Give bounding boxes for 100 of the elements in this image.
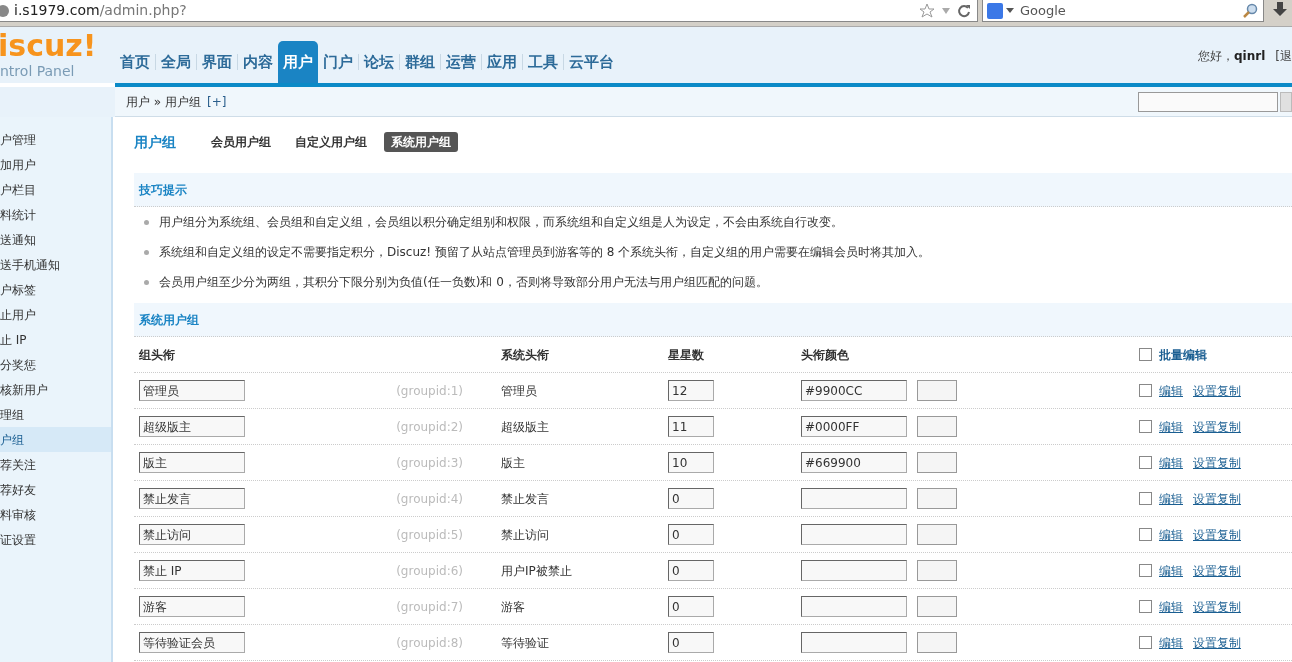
color-input[interactable] — [801, 560, 907, 581]
checkbox[interactable] — [1139, 492, 1152, 505]
color-input[interactable] — [801, 596, 907, 617]
checkbox[interactable] — [1139, 456, 1152, 469]
nav-tab[interactable]: 论坛 — [359, 41, 399, 83]
copy-settings-link[interactable]: 设置复制 — [1193, 453, 1241, 472]
edit-link[interactable]: 编辑 — [1159, 489, 1183, 508]
copy-settings-link[interactable]: 设置复制 — [1193, 597, 1241, 616]
sidebar-item[interactable]: 分奖惩 — [0, 352, 111, 377]
color-input[interactable]: #669900 — [801, 452, 907, 473]
reload-icon[interactable] — [957, 3, 971, 18]
color-swatch[interactable] — [917, 488, 957, 509]
checkbox[interactable] — [1139, 600, 1152, 613]
color-swatch[interactable] — [917, 524, 957, 545]
checkbox[interactable] — [1139, 420, 1152, 433]
sidebar-item[interactable]: 止用户 — [0, 302, 111, 327]
nav-tab[interactable]: 用户 — [278, 41, 318, 83]
stars-input[interactable]: 0 — [668, 596, 714, 617]
edit-link[interactable]: 编辑 — [1159, 525, 1183, 544]
nav-tab[interactable]: 应用 — [482, 41, 522, 83]
edit-link[interactable]: 编辑 — [1159, 381, 1183, 400]
sidebar-item[interactable]: 荐好友 — [0, 477, 111, 502]
title-input[interactable]: 管理员 — [139, 380, 245, 401]
search-icon[interactable] — [1243, 2, 1259, 19]
color-swatch[interactable] — [917, 416, 957, 437]
copy-settings-link[interactable]: 设置复制 — [1193, 525, 1241, 544]
checkbox[interactable] — [1139, 384, 1152, 397]
search-button[interactable] — [1280, 91, 1292, 112]
download-icon[interactable] — [1273, 2, 1287, 18]
color-input[interactable] — [801, 632, 907, 653]
color-swatch[interactable] — [917, 632, 957, 653]
dropdown-icon[interactable] — [941, 6, 951, 15]
batch-edit-link[interactable]: 批量编辑 — [1159, 345, 1207, 364]
search-input[interactable] — [1138, 91, 1278, 112]
color-input[interactable] — [801, 488, 907, 509]
star-icon[interactable] — [919, 2, 935, 19]
nav-tab[interactable]: 云平台 — [564, 41, 619, 83]
copy-settings-link[interactable]: 设置复制 — [1193, 489, 1241, 508]
checkbox[interactable] — [1139, 528, 1152, 541]
group-tab[interactable]: 系统用户组 — [384, 132, 458, 152]
title-input[interactable]: 游客 — [139, 596, 245, 617]
copy-settings-link[interactable]: 设置复制 — [1193, 381, 1241, 400]
edit-link[interactable]: 编辑 — [1159, 561, 1183, 580]
stars-input[interactable]: 0 — [668, 632, 714, 653]
sidebar-item[interactable]: 理组 — [0, 402, 111, 427]
group-tab[interactable]: 会员用户组 — [204, 132, 278, 152]
stars-input[interactable]: 0 — [668, 560, 714, 581]
stars-input[interactable]: 11 — [668, 416, 714, 437]
copy-settings-link[interactable]: 设置复制 — [1193, 633, 1241, 652]
sidebar-item[interactable]: 证设置 — [0, 527, 111, 552]
address-bar[interactable]: i.s1979.com/admin.php? — [0, 0, 978, 22]
nav-tab[interactable]: 全局 — [156, 41, 196, 83]
nav-tab[interactable]: 内容 — [238, 41, 278, 83]
sidebar-item[interactable]: 核新用户 — [0, 377, 111, 402]
sidebar-item[interactable]: 止 IP — [0, 327, 111, 352]
sidebar-item[interactable]: 加用户 — [0, 152, 111, 177]
sidebar-item[interactable]: 送通知 — [0, 227, 111, 252]
nav-tab[interactable]: 群组 — [400, 41, 440, 83]
group-tab[interactable]: 自定义用户组 — [288, 132, 374, 152]
copy-settings-link[interactable]: 设置复制 — [1193, 561, 1241, 580]
sidebar-item[interactable]: 送手机通知 — [0, 252, 111, 277]
nav-tab[interactable]: 首页 — [115, 41, 155, 83]
sidebar-item[interactable]: 料统计 — [0, 202, 111, 227]
nav-tab[interactable]: 运营 — [441, 41, 481, 83]
sidebar-item[interactable]: 料审核 — [0, 502, 111, 527]
edit-link[interactable]: 编辑 — [1159, 417, 1183, 436]
title-input[interactable]: 超级版主 — [139, 416, 245, 437]
color-input[interactable]: #9900CC — [801, 380, 907, 401]
stars-input[interactable]: 10 — [668, 452, 714, 473]
sidebar-item[interactable]: 荐关注 — [0, 452, 111, 477]
color-swatch[interactable] — [917, 380, 957, 401]
nav-tab[interactable]: 工具 — [523, 41, 563, 83]
title-input[interactable]: 等待验证会员 — [139, 632, 245, 653]
color-input[interactable]: #0000FF — [801, 416, 907, 437]
color-input[interactable] — [801, 524, 907, 545]
sidebar-item[interactable]: 户标签 — [0, 277, 111, 302]
color-swatch[interactable] — [917, 452, 957, 473]
stars-input[interactable]: 12 — [668, 380, 714, 401]
title-input[interactable]: 禁止发言 — [139, 488, 245, 509]
stars-input[interactable]: 0 — [668, 488, 714, 509]
edit-link[interactable]: 编辑 — [1159, 633, 1183, 652]
checkbox[interactable] — [1139, 636, 1152, 649]
stars-input[interactable]: 0 — [668, 524, 714, 545]
logout-link[interactable]: [退 — [1275, 47, 1292, 65]
title-input[interactable]: 禁止 IP — [139, 560, 245, 581]
sidebar-item[interactable]: 户栏目 — [0, 177, 111, 202]
nav-tab[interactable]: 界面 — [197, 41, 237, 83]
checkbox[interactable] — [1139, 348, 1152, 361]
sidebar-item[interactable]: 户管理 — [0, 127, 111, 152]
color-swatch[interactable] — [917, 560, 957, 581]
checkbox[interactable] — [1139, 564, 1152, 577]
search-field[interactable]: Google — [982, 0, 1264, 22]
sidebar-item[interactable]: 户组 — [0, 427, 111, 452]
title-input[interactable]: 禁止访问 — [139, 524, 245, 545]
add-link[interactable]: [+] — [207, 92, 227, 111]
edit-link[interactable]: 编辑 — [1159, 453, 1183, 472]
title-input[interactable]: 版主 — [139, 452, 245, 473]
copy-settings-link[interactable]: 设置复制 — [1193, 417, 1241, 436]
nav-tab[interactable]: 门户 — [318, 41, 358, 83]
color-swatch[interactable] — [917, 596, 957, 617]
